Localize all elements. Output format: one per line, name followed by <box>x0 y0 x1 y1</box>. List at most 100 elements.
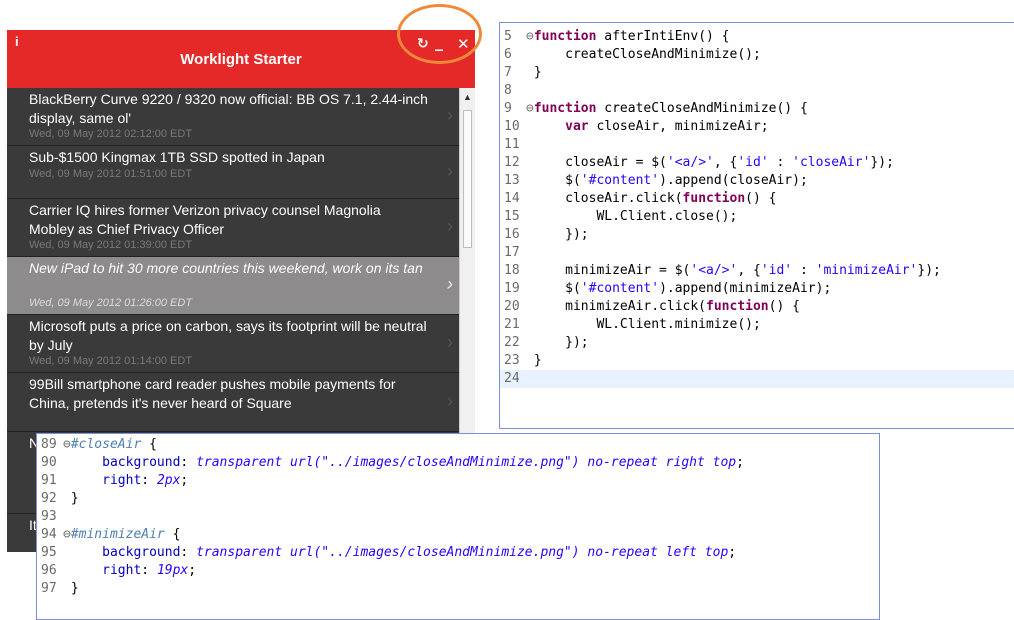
line-number: 12 <box>504 155 520 170</box>
js-code-line: 16 }); <box>500 226 1014 244</box>
js-code-line: 7 } <box>500 64 1014 82</box>
feed-item[interactable]: BlackBerry Curve 9220 / 9320 now officia… <box>7 88 459 146</box>
code-text: var closeAir, minimizeAir; <box>565 119 769 134</box>
refresh-icon[interactable]: ↻ <box>417 36 429 52</box>
code-text: minimizeAir.click(function() { <box>526 299 800 314</box>
fold-toggle-icon[interactable]: ⊖ <box>526 29 534 44</box>
js-code-line: 6 createCloseAndMinimize(); <box>500 46 1014 64</box>
line-number: 91 <box>41 473 57 488</box>
line-number: 13 <box>504 173 520 188</box>
line-number: 7 <box>504 65 512 80</box>
line-number: 92 <box>41 491 57 506</box>
feed-item[interactable]: Carrier IQ hires former Verizon privacy … <box>7 199 459 257</box>
js-code-line: 14 closeAir.click(function() { <box>500 190 1014 208</box>
line-number: 89 <box>41 437 57 452</box>
code-text: closeAir.click(function() { <box>526 191 777 206</box>
code-text: }); <box>526 227 589 242</box>
code-text: } <box>63 491 79 506</box>
minimize-icon[interactable]: _ <box>435 32 443 51</box>
code-text: function createCloseAndMinimize() { <box>533 101 808 116</box>
js-code-line: 21 WL.Client.minimize(); <box>500 316 1014 334</box>
js-code-line: 19 $('#content').append(minimizeAir); <box>500 280 1014 298</box>
feed-item[interactable]: Sub-$1500 Kingmax 1TB SSD spotted in Jap… <box>7 146 459 199</box>
code-text: #closeAir { <box>70 437 157 452</box>
line-number: 22 <box>504 335 520 350</box>
chevron-right-icon: › <box>447 161 453 181</box>
scroll-thumb[interactable] <box>463 110 472 248</box>
feed-item-date: Wed, 09 May 2012 01:14:00 EDT <box>29 355 193 367</box>
fold-toggle-icon[interactable]: ⊖ <box>526 101 534 116</box>
feed-item-date: Wed, 09 May 2012 02:12:00 EDT <box>29 128 193 140</box>
js-code-line: 8 <box>500 82 1014 100</box>
code-text: WL.Client.close(); <box>526 209 738 224</box>
js-code-line: 17 <box>500 244 1014 262</box>
line-number: 10 <box>504 119 520 134</box>
line-number: 16 <box>504 227 520 242</box>
code-text: minimizeAir = $('<a/>', {'id' : 'minimiz… <box>526 263 941 278</box>
css-code-line: 96 right: 19px; <box>37 562 879 580</box>
line-number: 23 <box>504 353 520 368</box>
feed-item-date: Wed, 09 May 2012 01:26:00 EDT <box>29 297 193 309</box>
close-icon[interactable]: ✕ <box>457 35 470 53</box>
line-number: 97 <box>41 581 57 596</box>
line-number: 14 <box>504 191 520 206</box>
code-text: background: transparent url("../images/c… <box>102 455 744 470</box>
chevron-right-icon: › <box>447 391 453 411</box>
feed-item-title: Microsoft puts a price on carbon, says i… <box>29 318 427 353</box>
css-code-editor[interactable]: 89 ⊖#closeAir {90 background: transparent… <box>36 433 880 620</box>
info-icon[interactable]: i <box>15 34 19 49</box>
css-code-line: 93 <box>37 508 879 526</box>
js-code-editor[interactable]: 5 ⊖function afterIntiEnv() {6 createClose… <box>499 22 1014 429</box>
line-number: 8 <box>504 83 512 98</box>
app-header: i Worklight Starter ↻ _ ✕ <box>7 30 475 88</box>
scroll-up-arrow-icon[interactable]: ▲ <box>463 92 472 102</box>
js-code-line: 12 closeAir = $('<a/>', {'id' : 'closeAi… <box>500 154 1014 172</box>
feed-item[interactable]: Microsoft puts a price on carbon, says i… <box>7 315 459 373</box>
feed-item-title: Sub-$1500 Kingmax 1TB SSD spotted in Jap… <box>29 149 325 165</box>
line-number: 20 <box>504 299 520 314</box>
feed-item-title: New iPad to hit 30 more countries this w… <box>29 260 423 276</box>
code-text: WL.Client.minimize(); <box>526 317 761 332</box>
code-text: $('#content').append(closeAir); <box>526 173 808 188</box>
line-number: 90 <box>41 455 57 470</box>
app-title: Worklight Starter <box>180 51 302 68</box>
feed-item-title: BlackBerry Curve 9220 / 9320 now officia… <box>29 91 428 126</box>
line-number: 5 <box>504 29 512 44</box>
code-text: background: transparent url("../images/c… <box>102 545 737 560</box>
chevron-right-icon: › <box>447 274 453 294</box>
code-text: createCloseAndMinimize(); <box>526 47 761 62</box>
code-text: right: 2px; <box>102 473 189 488</box>
js-code-line: 20 minimizeAir.click(function() { <box>500 298 1014 316</box>
code-text: function afterIntiEnv() { <box>533 29 730 44</box>
feed-item-title: 99Bill smartphone card reader pushes mob… <box>29 376 396 411</box>
js-code-line: 9 ⊖function createCloseAndMinimize() { <box>500 100 1014 118</box>
js-code-line: 10 var closeAir, minimizeAir; <box>500 118 1014 136</box>
line-number: 17 <box>504 245 520 260</box>
line-number: 93 <box>41 509 57 524</box>
code-text: closeAir = $('<a/>', {'id' : 'closeAir'}… <box>526 155 894 170</box>
chevron-right-icon: › <box>447 332 453 352</box>
code-text: $('#content').append(minimizeAir); <box>526 281 832 296</box>
css-code-line: 91 right: 2px; <box>37 472 879 490</box>
line-number: 11 <box>504 137 520 152</box>
line-number: 24 <box>504 371 520 386</box>
js-code-line: 18 minimizeAir = $('<a/>', {'id' : 'mini… <box>500 262 1014 280</box>
code-text: right: 19px; <box>102 563 197 578</box>
code-text: } <box>526 353 542 368</box>
line-number: 96 <box>41 563 57 578</box>
feed-item[interactable]: 99Bill smartphone card reader pushes mob… <box>7 373 459 432</box>
css-code-line: 94 ⊖#minimizeAir { <box>37 526 879 544</box>
feed-item[interactable]: New iPad to hit 30 more countries this w… <box>7 257 459 315</box>
css-code-line: 97 } <box>37 580 879 598</box>
fold-toggle-icon[interactable]: ⊖ <box>63 527 71 542</box>
line-number: 6 <box>504 47 512 62</box>
line-number: 21 <box>504 317 520 332</box>
code-text: }); <box>526 335 589 350</box>
code-text: } <box>63 581 79 596</box>
js-code-line: 13 $('#content').append(closeAir); <box>500 172 1014 190</box>
fold-toggle-icon[interactable]: ⊖ <box>63 437 71 452</box>
js-code-line: 15 WL.Client.close(); <box>500 208 1014 226</box>
